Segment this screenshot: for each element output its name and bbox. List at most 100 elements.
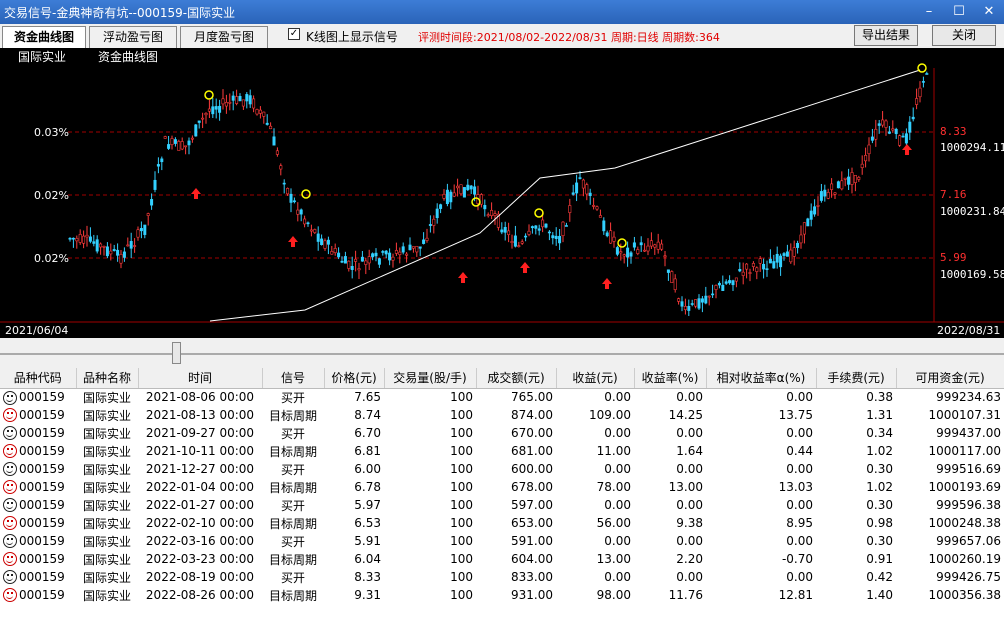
candle-body [75, 238, 79, 242]
table-row[interactable]: 000159 国际实业 2022-02-10 00:00 目标周期 6.53 100 653… [0, 514, 1004, 532]
maximize-icon[interactable]: ☐ [944, 0, 974, 24]
export-button[interactable]: 导出结果 [854, 25, 918, 46]
candle-body [122, 251, 126, 258]
buy-signal-arrow [520, 262, 530, 273]
candle-body [704, 295, 708, 304]
show-signal-label: K线图上显示信号 [306, 30, 398, 44]
tab-floating-pnl[interactable]: 浮动盈亏图 [89, 26, 177, 48]
candle-body [728, 280, 732, 284]
slider-track [0, 353, 1004, 355]
candle-body [391, 256, 395, 261]
candle-body [762, 263, 766, 270]
table-row[interactable]: 000159 国际实业 2021-09-27 00:00 买开 6.70 100 670.0… [0, 424, 1004, 442]
column-header[interactable]: 交易量(股/手) [384, 368, 477, 389]
table-cell: 0.30 [866, 462, 893, 476]
table-cell: 100 [450, 570, 473, 584]
range-slider[interactable] [0, 338, 1004, 368]
candle-body [850, 172, 854, 185]
candle-body [139, 228, 143, 232]
column-header[interactable]: 时间 [138, 368, 263, 389]
table-cell: 6.00 [354, 462, 381, 476]
candle-body [520, 241, 524, 244]
table-row[interactable]: 000159 国际实业 2022-03-16 00:00 买开 5.91 100 591.0… [0, 532, 1004, 550]
column-header[interactable]: 手续费(元) [816, 368, 897, 389]
table-cell: 678.00 [511, 480, 553, 494]
table-cell: 0.98 [866, 516, 893, 530]
minimize-icon[interactable]: – [914, 0, 944, 24]
table-cell: 1.64 [676, 444, 703, 458]
candle-body [840, 180, 844, 190]
candle-body [853, 175, 857, 183]
candle-body [745, 263, 749, 270]
table-cell: 653.00 [511, 516, 553, 530]
column-header[interactable]: 信号 [262, 368, 325, 389]
smiley-icon [3, 588, 17, 603]
column-header[interactable]: 成交额(元) [476, 368, 557, 389]
table-cell: 国际实业 [82, 552, 131, 567]
table-row[interactable]: 000159 国际实业 2022-01-04 00:00 目标周期 6.78 100 678… [0, 478, 1004, 496]
table-cell: 100 [450, 534, 473, 548]
candle-body [432, 218, 436, 226]
close-button[interactable]: 关闭 [932, 25, 996, 46]
price-tick: 5.99 [940, 251, 967, 264]
table-cell: 833.00 [511, 570, 553, 584]
table-row[interactable]: 000159 国际实业 2022-08-26 00:00 目标周期 9.31 100 931… [0, 586, 1004, 604]
candle-body [925, 73, 929, 75]
column-header[interactable]: 收益(元) [556, 368, 635, 389]
table-row[interactable]: 000159 国际实业 2021-10-11 00:00 目标周期 6.81 100 681… [0, 442, 1004, 460]
candle-body [184, 145, 188, 148]
candle-body [796, 243, 800, 248]
table-row[interactable]: 000159 国际实业 2022-08-19 00:00 买开 8.33 100 833.0… [0, 568, 1004, 586]
table-row[interactable]: 000159 国际实业 2022-01-27 00:00 买开 5.97 100 597.0… [0, 496, 1004, 514]
candle-body [269, 125, 273, 130]
table-cell: -0.70 [781, 552, 813, 566]
table-row[interactable]: 000159 国际实业 2021-08-13 00:00 目标周期 8.74 100 874… [0, 406, 1004, 424]
candle-body [629, 252, 633, 257]
column-header[interactable]: 相对收益率α(%) [706, 368, 817, 389]
candle-body [707, 295, 711, 298]
candle-body [884, 120, 888, 128]
column-header[interactable]: 收益率(%) [634, 368, 707, 389]
table-cell: 0.00 [786, 534, 813, 548]
column-header[interactable]: 品种代码 [0, 368, 77, 389]
candle-body [238, 96, 242, 102]
candle-body [517, 245, 521, 247]
table-row[interactable]: 000159 国际实业 2021-08-06 00:00 买开 7.65 100 765.0… [0, 388, 1004, 406]
column-header[interactable]: 可用资金(元) [896, 368, 1004, 389]
show-signal-checkbox[interactable]: ✓ [288, 28, 300, 40]
candle-body [592, 205, 596, 207]
table-cell: 2022-01-27 00:00 [145, 498, 255, 512]
candle-body [136, 229, 140, 238]
table-cell: 0.00 [604, 426, 631, 440]
candle-body [456, 185, 460, 189]
buy-signal-arrow [602, 278, 612, 289]
table-cell: 100 [450, 480, 473, 494]
tab-monthly-pnl[interactable]: 月度盈亏图 [180, 26, 268, 48]
table-row[interactable]: 000159 国际实业 2021-12-27 00:00 买开 6.00 100 600.0… [0, 460, 1004, 478]
candle-body [639, 242, 643, 246]
candle-body [609, 230, 613, 244]
table-cell: 000159 [0, 478, 76, 496]
column-header[interactable]: 品种名称 [76, 368, 139, 389]
slider-handle[interactable] [172, 342, 181, 364]
table-cell: 2022-02-10 00:00 [145, 516, 255, 530]
candle-body [221, 98, 225, 105]
legend-stock: 国际实业 [18, 49, 66, 64]
candle-body [326, 239, 330, 245]
close-icon[interactable]: ✕ [974, 0, 1004, 24]
table-cell: 0.30 [866, 534, 893, 548]
candle-body [758, 258, 762, 264]
candle-body [286, 188, 290, 195]
table-cell: 604.00 [511, 552, 553, 566]
table-cell: 买开 [280, 498, 305, 513]
candle-body [585, 184, 589, 195]
candle-body [918, 87, 922, 98]
table-cell: 0.38 [866, 390, 893, 405]
exit-signal-marker [917, 63, 927, 73]
table-cell: 11.00 [596, 444, 631, 458]
column-header[interactable]: 价格(元) [324, 368, 385, 389]
candle-body [530, 226, 534, 229]
table-row[interactable]: 000159 国际实业 2022-03-23 00:00 目标周期 6.04 100 604… [0, 550, 1004, 568]
tab-equity-curve[interactable]: 资金曲线图 [2, 26, 86, 49]
table-cell: 2021-08-06 00:00 [145, 390, 255, 405]
